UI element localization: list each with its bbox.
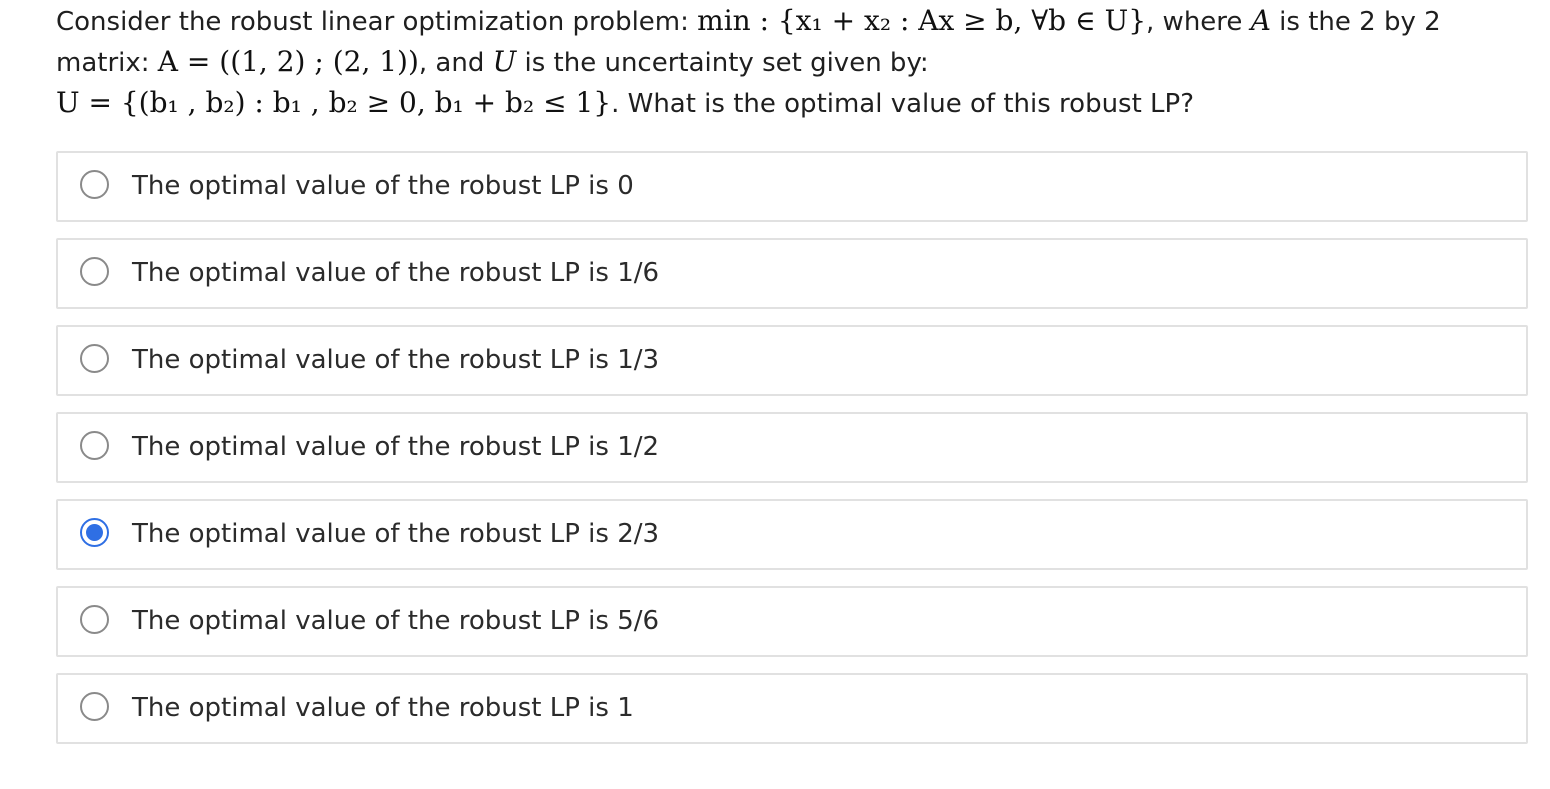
uncertainty-symbol-text: U — [492, 45, 517, 78]
radio-button[interactable] — [80, 431, 109, 460]
question-line-2-mid: , and — [418, 48, 493, 78]
radio-button-selected[interactable] — [80, 518, 109, 547]
radio-button[interactable] — [80, 605, 109, 634]
answer-option[interactable]: The optimal value of the robust LP is 0 — [56, 151, 1528, 222]
question-line-2-prefix: matrix: — [56, 48, 158, 78]
answer-option-label: The optimal value of the robust LP is 5/… — [132, 606, 660, 636]
radio-button[interactable] — [80, 257, 109, 286]
answer-option-label: The optimal value of the robust LP is 1/… — [132, 432, 660, 462]
answer-option[interactable]: The optimal value of the robust LP is 1 — [56, 673, 1528, 744]
answer-option-label: The optimal value of the robust LP is 1/… — [132, 258, 660, 288]
answer-option-label: The optimal value of the robust LP is 1 — [132, 693, 634, 723]
matrix-formula: A = ((1, 2) ; (2, 1)) — [157, 45, 419, 78]
question-line-3-suffix: . What is the optimal value of this robu… — [611, 89, 1195, 119]
question-line-1: Consider the robust linear optimization … — [56, 0, 1536, 41]
radio-button[interactable] — [80, 344, 109, 373]
answer-option-label: The optimal value of the robust LP is 1/… — [132, 345, 660, 375]
question-text: Consider the robust linear optimization … — [56, 0, 1536, 123]
answer-option[interactable]: The optimal value of the robust LP is 1/… — [56, 238, 1528, 309]
question-line-1-mid: , where — [1146, 7, 1251, 37]
question-line-3: U = {(b₁ , b₂) : b₁ , b₂ ≥ 0, b₁ + b₂ ≤ … — [56, 82, 1536, 123]
answer-option[interactable]: The optimal value of the robust LP is 1/… — [56, 325, 1528, 396]
answer-options: The optimal value of the robust LP is 0 … — [56, 151, 1528, 760]
uncertainty-set-formula: U = {(b₁ , b₂) : b₁ , b₂ ≥ 0, b₁ + b₂ ≤ … — [56, 86, 612, 119]
radio-button[interactable] — [80, 692, 109, 721]
uncertainty-symbol: U — [493, 45, 517, 78]
answer-option[interactable]: The optimal value of the robust LP is 2/… — [56, 499, 1528, 570]
question-line-2: matrix: A = ((1, 2) ; (2, 1)), and U is … — [56, 41, 1536, 82]
question-line-1-prefix: Consider the robust linear optimization … — [56, 7, 698, 37]
objective-formula: min : {x₁ + x₂ : Ax ≥ b, ∀b ∈ U} — [697, 4, 1147, 37]
radio-button[interactable] — [80, 170, 109, 199]
answer-option-label: The optimal value of the robust LP is 2/… — [132, 519, 660, 549]
answer-option[interactable]: The optimal value of the robust LP is 5/… — [56, 586, 1528, 657]
answer-option[interactable]: The optimal value of the robust LP is 1/… — [56, 412, 1528, 483]
answer-option-label: The optimal value of the robust LP is 0 — [132, 171, 634, 201]
matrix-symbol: A — [1251, 4, 1271, 37]
question-line-2-suffix: is the uncertainty set given by: — [516, 48, 929, 78]
question-line-1-suffix: is the 2 by 2 — [1270, 7, 1441, 37]
matrix-symbol-text: A — [1250, 4, 1271, 37]
